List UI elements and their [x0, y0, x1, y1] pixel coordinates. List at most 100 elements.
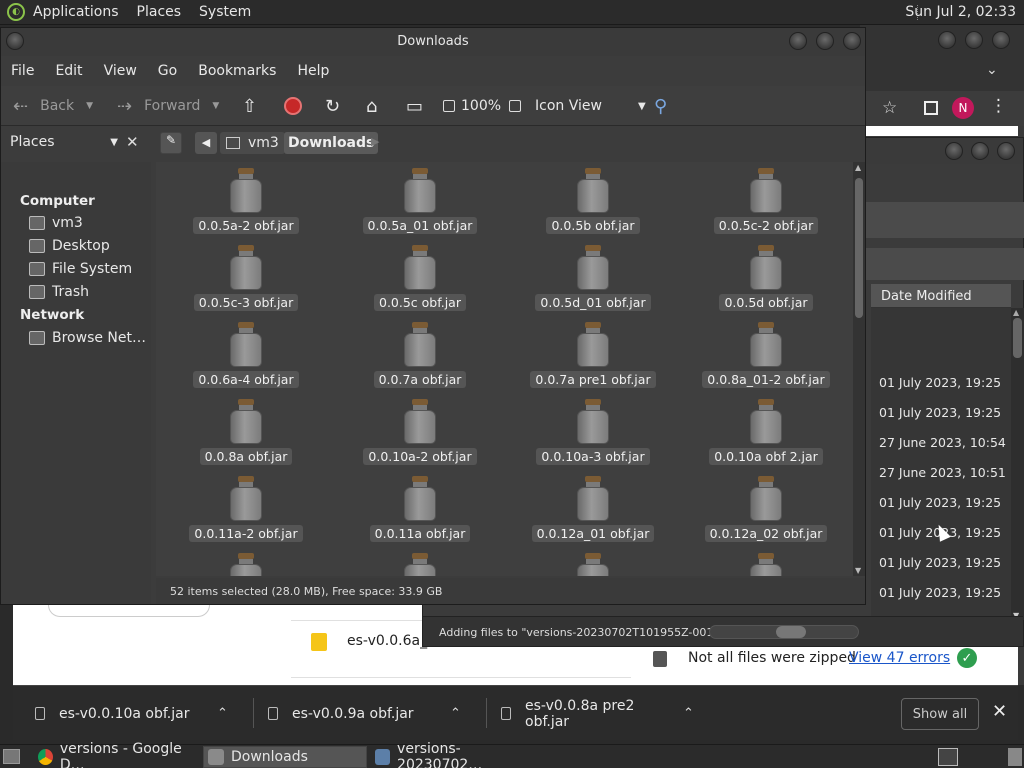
file-item[interactable]: 0.0.10a-2 obf.jar	[335, 393, 505, 470]
file-item[interactable]: 0.0.12a_01 obf.jar	[508, 470, 678, 547]
star-icon[interactable]: ☆	[882, 98, 897, 118]
archive-scrollbar[interactable]: ▲ ▼	[1011, 308, 1024, 620]
minimize-button[interactable]	[938, 31, 956, 49]
taskbar-item-archive[interactable]: versions-20230702…	[371, 741, 537, 768]
avatar[interactable]: N	[952, 97, 974, 119]
chevron-up-icon[interactable]: ⌃	[450, 706, 461, 721]
date-cell[interactable]: 01 July 2023, 19:25	[879, 585, 1001, 600]
close-button[interactable]	[997, 142, 1015, 160]
date-cell[interactable]: 01 July 2023, 19:25	[879, 405, 1001, 420]
menu-go[interactable]: Go	[158, 63, 177, 79]
file-item[interactable]: 0.0.8a_01-2 obf.jar	[681, 316, 851, 393]
stop-button[interactable]	[284, 86, 302, 126]
file-item[interactable]: 0.0.5c-2 obf.jar	[681, 162, 851, 239]
sidebar-item-file-system[interactable]: File System	[29, 261, 132, 277]
sidebar-item-vm3[interactable]: vm3	[29, 215, 83, 231]
file-item[interactable]: 0.0.5d_01 obf.jar	[508, 239, 678, 316]
breadcrumb-next-icon[interactable]: ▶	[371, 135, 379, 148]
up-button[interactable]: ⇧	[242, 86, 257, 126]
search-button[interactable]: ⚲	[654, 86, 667, 126]
file-item[interactable]: 0.0.6a-4 obf.jar	[161, 316, 331, 393]
file-item[interactable]: 0.0.5c obf.jar	[335, 239, 505, 316]
more-menu-icon[interactable]: ⋮	[990, 96, 1007, 116]
menu-bookmarks[interactable]: Bookmarks	[198, 63, 276, 79]
date-cell[interactable]: 01 July 2023, 19:25	[879, 555, 1001, 570]
places-menu[interactable]: Places	[137, 4, 182, 20]
menu-edit[interactable]: Edit	[55, 63, 82, 79]
sidebar-item-browse-network[interactable]: Browse Net…	[29, 330, 146, 346]
scroll-up-icon[interactable]: ▲	[855, 163, 861, 172]
chevron-up-icon[interactable]: ⌃	[217, 706, 228, 721]
file-item[interactable]: 0.0.12a_02 obf.jar	[681, 470, 851, 547]
breadcrumb-vm3[interactable]: vm3	[220, 132, 285, 154]
file-item-partial[interactable]	[681, 547, 851, 576]
file-item-partial[interactable]	[335, 547, 505, 576]
file-item[interactable]: 0.0.7a pre1 obf.jar	[508, 316, 678, 393]
back-button[interactable]: ⇠ Back ▼	[13, 86, 93, 126]
file-item-partial[interactable]	[161, 547, 331, 576]
reload-button[interactable]: ↻	[325, 86, 340, 126]
show-desktop-icon[interactable]	[3, 749, 20, 764]
forward-button[interactable]: ⇢ Forward ▼	[117, 86, 219, 126]
applications-menu[interactable]: Applications	[33, 4, 119, 20]
scroll-up-icon[interactable]: ▲	[1013, 308, 1019, 317]
maximize-button[interactable]	[965, 31, 983, 49]
file-item[interactable]: 0.0.5d obf.jar	[681, 239, 851, 316]
minimize-button[interactable]	[945, 142, 963, 160]
zoom-in-icon[interactable]	[509, 100, 522, 112]
file-item[interactable]: 0.0.10a obf 2.jar	[681, 393, 851, 470]
sidebar-selector[interactable]: Places ▼	[6, 134, 120, 154]
file-item[interactable]: 0.0.10a-3 obf.jar	[508, 393, 678, 470]
breadcrumb-prev-icon[interactable]: ◀	[195, 132, 217, 154]
file-view-scrollbar[interactable]: ▲ ▼	[853, 162, 865, 576]
edit-location-icon[interactable]: ✎	[160, 132, 182, 154]
scroll-down-icon[interactable]: ▼	[855, 566, 861, 575]
sidebar-item-desktop[interactable]: Desktop	[29, 238, 110, 254]
trash-applet-icon[interactable]	[1008, 748, 1022, 766]
chevron-down-icon[interactable]: ⌄	[986, 62, 998, 78]
close-button[interactable]	[843, 32, 861, 50]
file-item[interactable]: 0.0.5b obf.jar	[508, 162, 678, 239]
zoom-out-icon[interactable]	[443, 100, 455, 112]
taskbar-item-chrome[interactable]: versions - Google D…	[34, 741, 200, 768]
file-item[interactable]: 0.0.5c-3 obf.jar	[161, 239, 331, 316]
file-item[interactable]: 0.0.8a obf.jar	[161, 393, 331, 470]
taskbar-item-downloads[interactable]: Downloads	[203, 746, 367, 768]
scroll-thumb[interactable]	[855, 178, 863, 318]
dropdown-arrow-icon[interactable]: ▼	[212, 101, 219, 111]
zoom-control[interactable]: 100%	[443, 86, 527, 126]
menu-file[interactable]: File	[11, 63, 34, 79]
file-item[interactable]: 0.0.11a obf.jar	[335, 470, 505, 547]
file-row-name[interactable]: es-v0.0.6a_	[347, 633, 427, 649]
sidebar-item-trash[interactable]: Trash	[29, 284, 89, 300]
date-cell[interactable]: 01 July 2023, 19:25	[879, 495, 1001, 510]
dropdown-arrow-icon[interactable]: ▼	[86, 101, 93, 111]
file-item[interactable]: 0.0.7a obf.jar	[335, 316, 505, 393]
maximize-button[interactable]	[816, 32, 834, 50]
computer-button[interactable]: ▭	[406, 86, 423, 126]
mate-logo-icon[interactable]: ◐	[7, 3, 25, 21]
file-item[interactable]: 0.0.5a_01 obf.jar	[335, 162, 505, 239]
minimize-button[interactable]	[789, 32, 807, 50]
window-menu-button[interactable]	[6, 32, 24, 50]
file-item-partial[interactable]	[508, 547, 678, 576]
scroll-thumb[interactable]	[1013, 318, 1022, 358]
download-item[interactable]: es-v0.0.8a pre2 obf.jar ⌃	[501, 686, 694, 741]
close-sidebar-icon[interactable]: ✕	[126, 133, 139, 151]
show-all-button[interactable]: Show all	[901, 698, 979, 730]
file-item[interactable]: 0.0.11a-2 obf.jar	[161, 470, 331, 547]
column-header-date-modified[interactable]: Date Modified	[871, 284, 1011, 308]
file-item[interactable]: 0.0.5a-2 obf.jar	[161, 162, 331, 239]
side-panel-icon[interactable]	[924, 101, 938, 115]
view-mode-select[interactable]: Icon View ▼	[535, 86, 646, 126]
system-menu[interactable]: System	[199, 4, 251, 20]
chevron-up-icon[interactable]: ⌃	[683, 706, 694, 721]
date-cell[interactable]: 27 June 2023, 10:54	[879, 435, 1006, 450]
menu-help[interactable]: Help	[297, 63, 329, 79]
maximize-button[interactable]	[971, 142, 989, 160]
clock[interactable]: Sun Jul 2, 02:33	[905, 4, 1016, 20]
menu-view[interactable]: View	[104, 63, 137, 79]
breadcrumb-downloads[interactable]: Downloads	[284, 132, 379, 154]
close-button[interactable]	[992, 31, 1010, 49]
date-cell[interactable]: 01 July 2023, 19:25	[879, 375, 1001, 390]
